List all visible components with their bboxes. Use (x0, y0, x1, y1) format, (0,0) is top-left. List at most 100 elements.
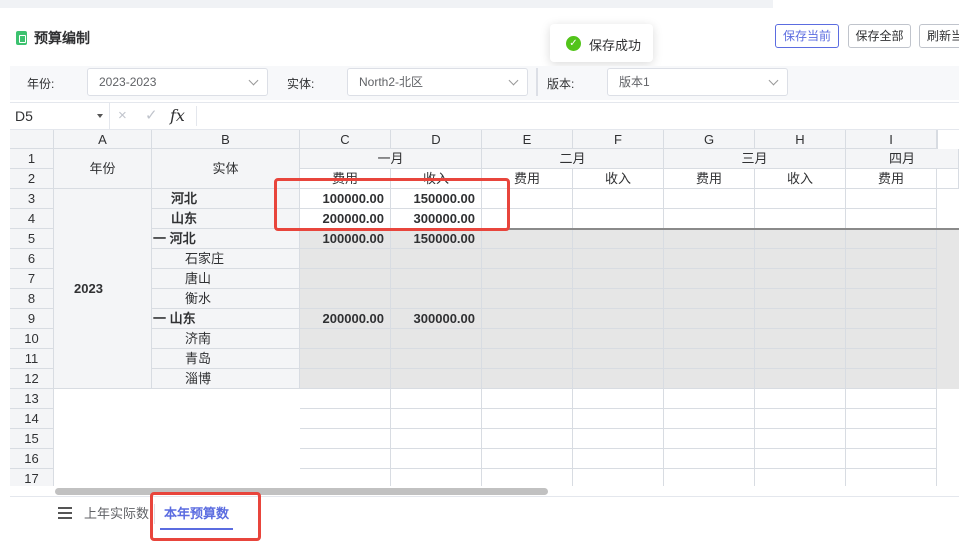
grid-cell[interactable] (573, 209, 664, 229)
grid-cell[interactable] (664, 189, 755, 209)
grid-cell[interactable] (300, 269, 391, 289)
grid-cell[interactable] (573, 269, 664, 289)
grid-cell[interactable] (755, 189, 846, 209)
grid-cell[interactable] (300, 409, 391, 429)
column-header[interactable]: G (664, 130, 755, 149)
value-cell[interactable]: 200000.00 (300, 309, 391, 329)
entity-cell[interactable]: 淄博 (152, 369, 300, 389)
grid-cell[interactable] (573, 429, 664, 449)
entity-cell[interactable]: 济南 (152, 329, 300, 349)
grid-cell[interactable] (573, 229, 664, 249)
grid-cell[interactable] (482, 229, 573, 249)
grid-cell[interactable] (300, 329, 391, 349)
grid-cell[interactable] (482, 389, 573, 409)
grid-cell[interactable] (300, 429, 391, 449)
grid-cell[interactable] (755, 309, 846, 329)
entity-cell[interactable]: 石家庄 (152, 249, 300, 269)
grid-cell[interactable] (846, 209, 937, 229)
grid-cell[interactable] (482, 449, 573, 469)
refresh-button[interactable]: 刷新当 (919, 24, 959, 48)
entity-cell[interactable]: 青岛 (152, 349, 300, 369)
grid-cell[interactable] (573, 369, 664, 389)
grid-cell[interactable] (664, 429, 755, 449)
grid-cell[interactable] (846, 329, 937, 349)
row-header[interactable]: 13 (10, 389, 54, 409)
grid-cell[interactable] (482, 349, 573, 369)
grid-cell[interactable] (755, 349, 846, 369)
row-header[interactable]: 4 (10, 209, 54, 229)
grid-cell[interactable] (755, 209, 846, 229)
column-header[interactable]: F (573, 130, 664, 149)
grid-cell[interactable] (300, 389, 391, 409)
grid-cell[interactable] (755, 409, 846, 429)
column-header[interactable]: B (152, 130, 300, 149)
grid-cell[interactable] (391, 289, 482, 309)
grid-cell[interactable] (846, 229, 937, 249)
grid-cell[interactable] (755, 429, 846, 449)
grid-cell[interactable] (664, 349, 755, 369)
grid-cell[interactable] (300, 289, 391, 309)
column-header[interactable]: C (300, 130, 391, 149)
save-all-button[interactable]: 保存全部 (848, 24, 911, 48)
grid-cell[interactable] (846, 449, 937, 469)
column-header[interactable]: H (755, 130, 846, 149)
grid-cell[interactable] (300, 249, 391, 269)
grid-cell[interactable] (391, 409, 482, 429)
window-tab[interactable] (773, 0, 959, 8)
grid-cell[interactable] (755, 369, 846, 389)
grid-cell[interactable] (755, 469, 846, 486)
grid-cell[interactable] (391, 269, 482, 289)
row-header[interactable]: 3 (10, 189, 54, 209)
cancel-icon[interactable]: × (118, 102, 127, 130)
corner-cell[interactable] (10, 130, 54, 149)
grid-cell[interactable] (755, 229, 846, 249)
grid-cell[interactable] (573, 249, 664, 269)
grid-cell[interactable] (482, 409, 573, 429)
grid-cell[interactable] (391, 469, 482, 486)
grid-cell[interactable] (573, 289, 664, 309)
grid-cell[interactable] (846, 269, 937, 289)
grid-cell[interactable] (755, 289, 846, 309)
grid-cell[interactable] (482, 469, 573, 486)
grid-cell[interactable] (664, 229, 755, 249)
grid-cell[interactable] (300, 469, 391, 486)
grid-cell[interactable] (846, 429, 937, 449)
grid-cell[interactable] (391, 449, 482, 469)
version-select[interactable]: 版本1 (607, 68, 788, 96)
entity-cell[interactable]: 唐山 (152, 269, 300, 289)
grid-cell[interactable] (300, 369, 391, 389)
column-header[interactable]: E (482, 130, 573, 149)
function-icon[interactable]: fx (170, 102, 185, 130)
grid-cell[interactable] (482, 269, 573, 289)
grid-cell[interactable] (846, 349, 937, 369)
grid-cell[interactable] (482, 329, 573, 349)
column-header[interactable]: I (846, 130, 937, 149)
grid-cell[interactable] (755, 449, 846, 469)
grid-cell[interactable] (755, 329, 846, 349)
grid-cell[interactable] (664, 469, 755, 486)
grid-cell[interactable] (482, 429, 573, 449)
grid-cell[interactable] (664, 209, 755, 229)
row-header[interactable]: 10 (10, 329, 54, 349)
value-cell[interactable]: 150000.00 (391, 229, 482, 249)
row-header[interactable]: 1 (10, 149, 54, 169)
menu-icon[interactable] (58, 507, 72, 519)
grid-cell[interactable] (482, 309, 573, 329)
grid-cell[interactable] (391, 389, 482, 409)
value-cell[interactable]: 300000.00 (391, 309, 482, 329)
grid-cell[interactable] (573, 449, 664, 469)
grid-cell[interactable] (846, 249, 937, 269)
horizontal-scrollbar[interactable] (55, 488, 548, 495)
grid-cell[interactable] (573, 389, 664, 409)
grid-cell[interactable] (573, 349, 664, 369)
row-header[interactable]: 2 (10, 169, 54, 189)
grid-cell[interactable] (664, 309, 755, 329)
grid-cell[interactable] (573, 469, 664, 486)
row-header[interactable]: 5 (10, 229, 54, 249)
column-header[interactable] (937, 130, 938, 149)
dropdown-caret-icon[interactable] (97, 114, 103, 118)
row-header[interactable]: 8 (10, 289, 54, 309)
row-header[interactable]: 14 (10, 409, 54, 429)
grid-cell[interactable] (664, 329, 755, 349)
grid-cell[interactable] (846, 409, 937, 429)
